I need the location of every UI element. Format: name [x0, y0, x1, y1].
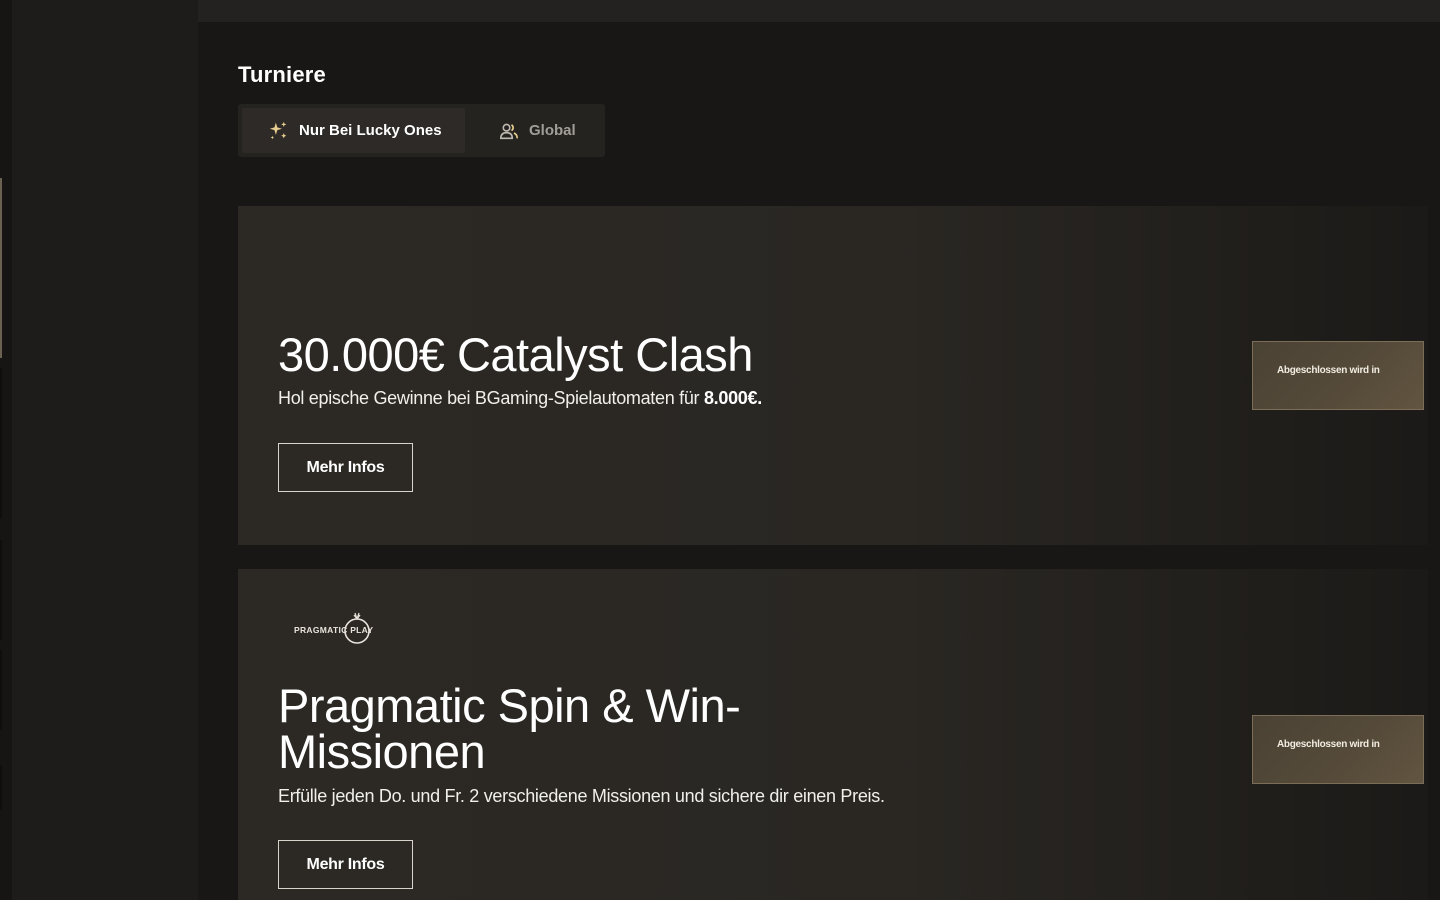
sparkles-icon [269, 121, 287, 140]
rail-divider [0, 765, 2, 810]
tournament-description: Erfülle jeden Do. und Fr. 2 verschiedene… [278, 786, 885, 806]
tournament-card: 30.000€ Catalyst Clash Hol epische Gewin… [238, 206, 1428, 545]
provider-logo: PRAGMATIC PLAY [294, 609, 378, 647]
page-title: Turniere [238, 62, 326, 87]
tournament-title: Pragmatic Spin & Win-Missionen [278, 679, 741, 778]
more-info-button[interactable]: Mehr Infos [278, 840, 413, 889]
users-icon [499, 123, 518, 139]
pragmatic-play-logo: PRAGMATIC PLAY [294, 612, 373, 644]
description-text: Hol epische Gewinne bei BGaming-Spielaut… [278, 388, 704, 408]
rail-divider [0, 650, 2, 730]
logo-text: PRAGMATIC PLAY [294, 625, 373, 635]
tab-global[interactable]: Global [465, 108, 576, 153]
rail-divider [0, 540, 2, 640]
left-edge-rail [0, 0, 12, 900]
rail-divider [0, 368, 2, 518]
tournament-title: 30.000€ Catalyst Clash [278, 328, 753, 381]
tab-exclusive[interactable]: Nur Bei Lucky Ones [242, 108, 465, 153]
more-info-button[interactable]: Mehr Infos [278, 443, 413, 492]
tournament-card: PRAGMATIC PLAY Pragmatic Spin & Win-Miss… [238, 569, 1428, 900]
countdown-badge: Abgeschlossen wird in [1252, 341, 1424, 410]
tournament-description: Hol epische Gewinne bei BGaming-Spielaut… [278, 388, 762, 409]
prize-amount: 8.000€. [703, 388, 762, 408]
countdown-badge: Abgeschlossen wird in [1252, 715, 1424, 784]
tab-label: Global [529, 122, 576, 139]
rail-active-indicator [0, 178, 2, 358]
sidebar [12, 0, 198, 900]
top-bar [198, 0, 1440, 22]
tournament-tabs: Nur Bei Lucky Ones Global [238, 104, 605, 157]
main-content: Turniere Nur Bei Lucky Ones Global 30.00… [198, 22, 1440, 900]
tab-label: Nur Bei Lucky Ones [299, 122, 442, 139]
